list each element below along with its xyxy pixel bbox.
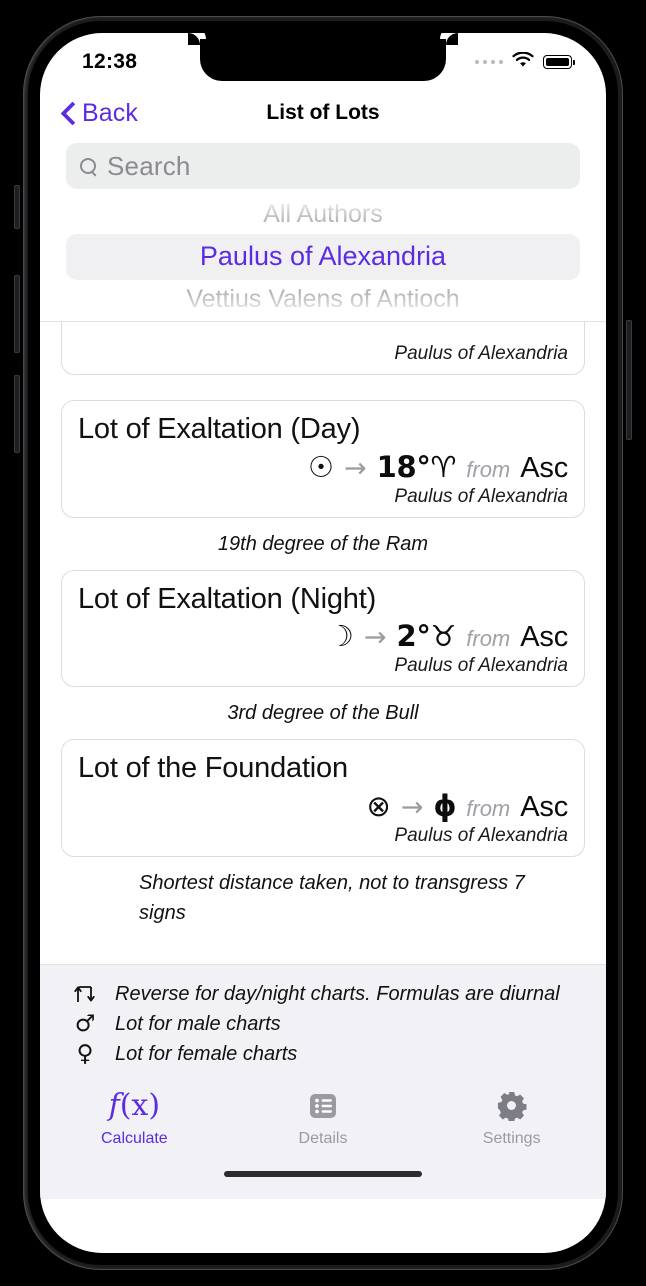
lot-caption: Shortest distance taken, not to transgre… — [139, 871, 525, 924]
chevron-left-icon — [62, 102, 75, 124]
home-indicator[interactable] — [224, 1171, 422, 1177]
reverse-arrows-icon — [72, 983, 98, 1005]
lot-formula — [78, 324, 568, 342]
lot-card[interactable]: Lot of Exaltation (Day) ☉ → 18°♈ from As… — [61, 400, 585, 518]
arrow-right-icon: → — [343, 452, 367, 484]
arrow-right-icon: → — [400, 791, 424, 823]
lot-formula: ⊗ → ϕ from Asc — [78, 788, 569, 824]
function-fx-icon: f(x) — [108, 1088, 161, 1123]
picker-option-selected[interactable]: Paulus of Alexandria — [66, 234, 580, 280]
lot-value: 18°♈ — [376, 449, 457, 484]
lot-title: Lot of the Foundation — [78, 752, 348, 785]
tab-label: Settings — [482, 1130, 541, 1147]
lot-card[interactable]: Lot of the Foundation ⊗ → ϕ from Asc Pau… — [61, 739, 585, 857]
lot-card[interactable]: Lot of Exaltation (Night) ☽ → 2°♉ from A… — [61, 569, 585, 688]
lot-formula: ☉ → 18°♈ from Asc — [78, 450, 568, 485]
gear-icon — [496, 1089, 527, 1122]
screenshot-stage: 12:38 Back List of Lots Search All Autho… — [0, 0, 646, 1286]
status-time: 12:38 — [82, 50, 138, 73]
arrow-right-icon: → — [363, 622, 387, 654]
silent-switch[interactable] — [14, 185, 20, 229]
legend-panel: Reverse for day/night charts. Formulas a… — [40, 964, 606, 1075]
lots-list[interactable]: Paulus of Alexandria Lot of Exaltation (… — [40, 322, 606, 964]
lot-title: Lot of Exaltation (Day) — [78, 413, 361, 446]
lot-attribution: Paulus of Alexandria — [394, 824, 568, 846]
picker-option-below[interactable]: Vettius Valens of Antioch — [66, 280, 580, 319]
volume-up-button[interactable] — [14, 275, 20, 353]
navigation-bar: Back List of Lots — [40, 85, 606, 141]
lot-card-clipped[interactable]: Paulus of Alexandria — [61, 322, 585, 376]
tab-label: Calculate — [100, 1130, 168, 1147]
battery-full-icon — [543, 55, 575, 69]
search-bar: Search — [40, 141, 606, 189]
tab-details[interactable]: Details — [229, 1089, 418, 1167]
wifi-icon — [512, 51, 534, 73]
cellular-signal-icon — [474, 59, 503, 65]
legend-item: ♂ Lot for male charts — [72, 1009, 606, 1039]
mars-male-icon: ♂ — [74, 1011, 96, 1037]
legend-item: Reverse for day/night charts. Formulas a… — [72, 979, 606, 1009]
lot-attribution: Paulus of Alexandria — [394, 485, 568, 507]
lot-target: Asc — [520, 621, 568, 654]
venus-female-icon: ♀ — [76, 1041, 94, 1067]
lot-attribution: Paulus of Alexandria — [394, 655, 568, 677]
tab-calculate[interactable]: f(x) Calculate — [40, 1088, 229, 1167]
phone-screen: 12:38 Back List of Lots Search All Autho… — [40, 33, 606, 1253]
tab-bar: f(x) Calculate Details Settings — [40, 1075, 606, 1167]
back-button[interactable]: Back — [62, 99, 138, 128]
home-indicator-area — [40, 1167, 606, 1199]
search-field[interactable]: Search — [66, 143, 580, 189]
legend-label: Lot for male charts — [115, 1012, 281, 1035]
status-indicators — [474, 51, 575, 73]
part-of-fortune-glyph-icon: ⊗ — [366, 788, 391, 823]
back-button-label: Back — [82, 98, 138, 127]
lot-target: Asc — [520, 451, 568, 484]
from-label: from — [466, 626, 511, 652]
tab-settings[interactable]: Settings — [417, 1089, 606, 1167]
picker-option-above[interactable]: All Authors — [66, 195, 580, 234]
list-bullet-icon — [308, 1089, 338, 1122]
moon-glyph-icon: ☽ — [327, 619, 354, 654]
legend-label: Lot for female charts — [115, 1042, 298, 1065]
legend-item: ♀ Lot for female charts — [72, 1039, 606, 1069]
lot-caption: 19th degree of the Ram — [217, 532, 429, 555]
lot-value: 2°♉ — [396, 619, 457, 654]
lot-target: Asc — [520, 790, 568, 823]
lot-attribution: Paulus of Alexandria — [394, 343, 568, 365]
lot-value: ϕ — [433, 788, 457, 823]
lot-title: Lot of Exaltation (Night) — [78, 582, 377, 615]
tab-label: Details — [298, 1130, 348, 1147]
volume-down-button[interactable] — [14, 375, 20, 453]
status-bar: 12:38 — [40, 33, 606, 85]
from-label: from — [466, 456, 511, 482]
search-input[interactable]: Search — [107, 151, 191, 182]
search-icon — [79, 157, 98, 176]
sun-glyph-icon: ☉ — [307, 449, 334, 484]
author-picker[interactable]: All Authors Paulus of Alexandria Vettius… — [66, 195, 580, 319]
from-label: from — [466, 795, 511, 821]
power-button[interactable] — [626, 320, 632, 440]
lot-formula: ☽ → 2°♉ from Asc — [78, 619, 568, 654]
lot-caption: 3rd degree of the Bull — [227, 702, 419, 725]
legend-label: Reverse for day/night charts. Formulas a… — [115, 982, 560, 1005]
